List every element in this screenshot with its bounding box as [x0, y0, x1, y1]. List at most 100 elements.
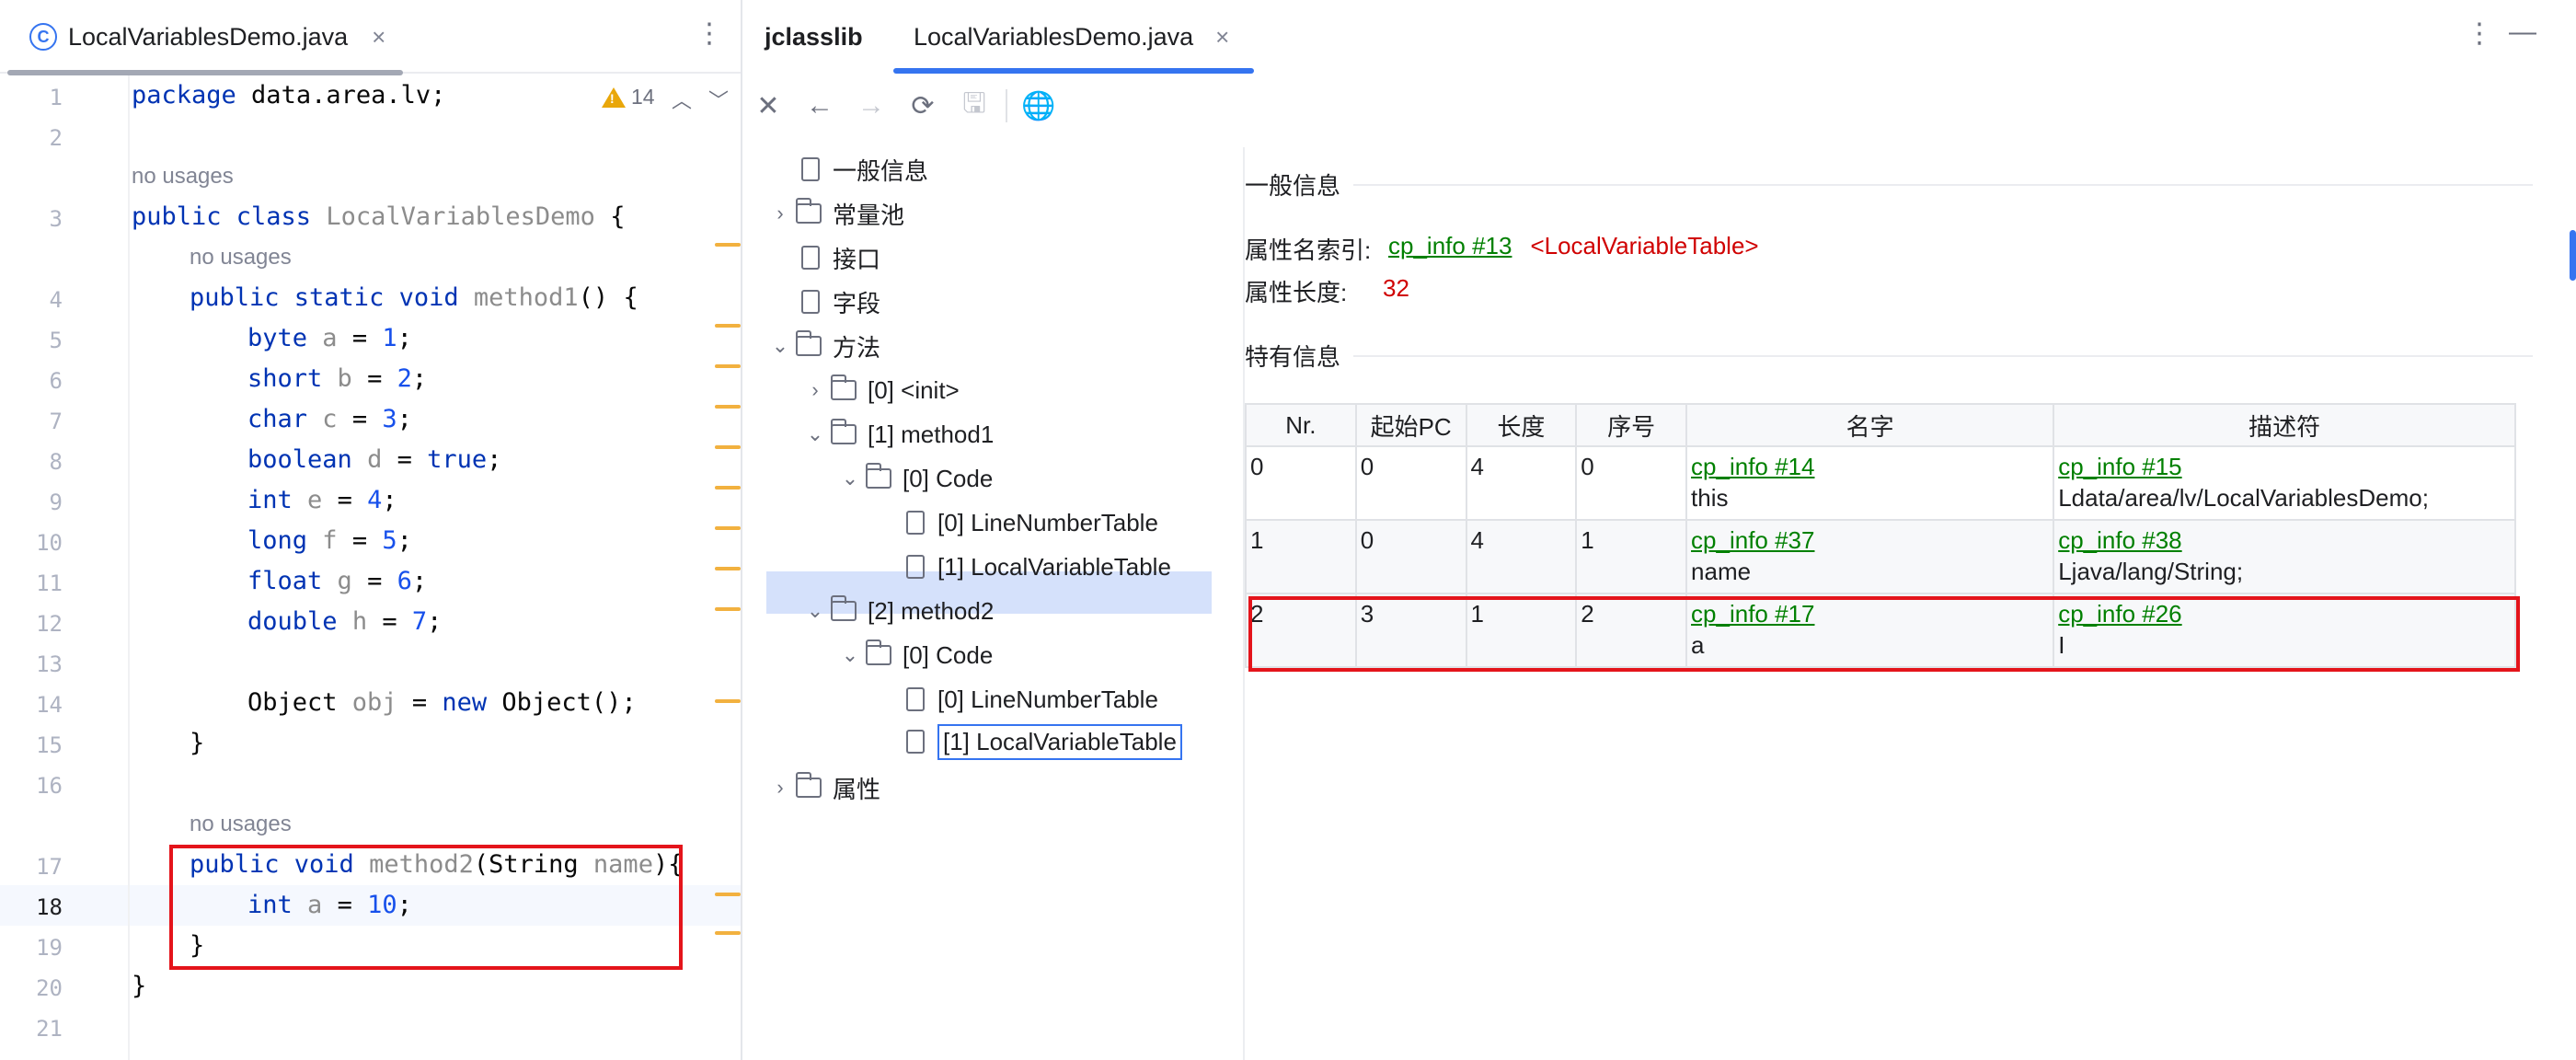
save-icon[interactable]: 🖫: [949, 83, 1000, 129]
column-header[interactable]: 长度: [1465, 403, 1578, 447]
section-rule: [1353, 354, 2533, 357]
column-header[interactable]: 名字: [1685, 403, 2055, 447]
highlight-box-this-row: [1248, 596, 2520, 672]
tree-node-label: [0] <init>: [868, 375, 960, 404]
descriptor-value: Ljava/lang/String;: [2058, 558, 2244, 585]
tree-node-init[interactable]: › [0] <init>: [799, 370, 960, 410]
attr-length-value: 32: [1383, 274, 1409, 302]
warning-marker[interactable]: [715, 893, 741, 896]
name-cp-link[interactable]: cp_info #37: [1691, 524, 2049, 556]
folder-icon: [795, 772, 822, 798]
tree-node-general-info[interactable]: 一般信息: [765, 149, 928, 190]
warning-marker[interactable]: [715, 699, 741, 703]
usage-hint[interactable]: no usages: [132, 164, 234, 190]
table-header: Nr. 起始PC 长度 序号 名字 描述符: [1245, 403, 2516, 447]
tree-node-fields[interactable]: 字段: [765, 282, 880, 322]
tree-node-label: 方法: [833, 333, 881, 362]
column-header[interactable]: Nr.: [1245, 403, 1357, 447]
warning-marker[interactable]: [715, 364, 741, 368]
table-row[interactable]: 0 0 4 0 cp_info #14 this cp_info #15 Ldata…: [1245, 445, 2516, 521]
chevron-down-icon[interactable]: ⌄: [799, 599, 831, 623]
tree-node-label: [0] Code: [903, 640, 994, 669]
jclasslib-panel: jclasslib LocalVariablesDemo.java × ⋮ — …: [742, 0, 2576, 1060]
web-globe-icon[interactable]: 🌐: [1013, 83, 1064, 129]
warning-marker[interactable]: [715, 607, 741, 611]
attr-name-index-row: 属性名索引: cp_info #13 <LocalVariableTable>: [1245, 232, 1759, 266]
tree-node-interfaces[interactable]: 接口: [765, 237, 880, 278]
code-line: long f = 5;: [247, 526, 412, 555]
back-arrow-icon[interactable]: ←: [794, 83, 845, 129]
forward-arrow-icon[interactable]: →: [845, 83, 897, 129]
warning-marker[interactable]: [715, 526, 741, 530]
table-row[interactable]: 1 0 4 1 cp_info #37 name cp_info #38 Ljava…: [1245, 519, 2516, 594]
chevron-right-icon[interactable]: ›: [799, 378, 831, 402]
warning-marker[interactable]: [715, 324, 741, 328]
attr-name-index-value: <LocalVariableTable>: [1530, 232, 1759, 259]
class-structure-tree[interactable]: 一般信息 › 常量池 接口 字段 ⌄ 方法 › [0] <init> ⌄ [1]…: [742, 147, 1221, 1060]
warning-marker[interactable]: [715, 931, 741, 935]
chevron-down-icon[interactable]: ⌄: [799, 422, 831, 446]
warning-marker[interactable]: [715, 445, 741, 449]
section-title: 特有信息: [1245, 343, 1341, 371]
column-header[interactable]: 起始PC: [1354, 403, 1467, 447]
warning-marker[interactable]: [715, 567, 741, 570]
usage-hint[interactable]: no usages: [190, 245, 292, 271]
tab-class-file[interactable]: LocalVariablesDemo.java ×: [893, 0, 1254, 74]
close-icon[interactable]: ×: [1215, 23, 1229, 52]
tree-node-method2-linenumbertable[interactable]: [0] LineNumberTable: [869, 679, 1158, 720]
code-line: }: [190, 729, 205, 757]
column-header[interactable]: 描述符: [2053, 403, 2516, 447]
tree-node-method1-localvariabletable[interactable]: [1] LocalVariableTable: [869, 547, 1171, 587]
tree-node-label: [1] method1: [868, 420, 995, 448]
chevron-right-icon[interactable]: ›: [765, 202, 796, 225]
file-icon: [801, 157, 820, 181]
attr-name-index-link[interactable]: cp_info #13: [1388, 232, 1512, 266]
chevron-down-icon[interactable]: ⌄: [834, 467, 866, 490]
tree-node-constant-pool[interactable]: › 常量池: [765, 193, 904, 234]
jclasslib-toolbar: ✕ ← → ⟳ 🖫 🌐: [742, 83, 1386, 129]
cell-start-pc: 0: [1354, 445, 1467, 521]
tab-jclasslib[interactable]: jclasslib: [765, 0, 863, 74]
chevron-down-icon[interactable]: ⌄: [834, 643, 866, 667]
tree-node-label: [0] LineNumberTable: [937, 685, 1158, 713]
warning-marker[interactable]: [715, 486, 741, 490]
tree-node-method2-code[interactable]: ⌄ [0] Code: [834, 635, 993, 675]
tree-node-method1-code[interactable]: ⌄ [0] Code: [834, 458, 993, 499]
chevron-down-icon[interactable]: ﹀: [708, 85, 729, 114]
tree-node-label: [0] LineNumberTable: [937, 508, 1158, 536]
code-line: byte a = 1;: [247, 324, 412, 352]
code-line: package data.area.lv;: [132, 81, 446, 109]
highlight-box-method2: [169, 845, 683, 970]
name-cp-link[interactable]: cp_info #14: [1691, 451, 2049, 482]
scrollbar-thumb[interactable]: [2570, 230, 2576, 281]
close-file-icon[interactable]: ✕: [742, 83, 794, 129]
folder-icon: [865, 639, 891, 665]
tree-node-label: [2] method2: [868, 596, 995, 625]
tree-node-method2-localvariabletable[interactable]: [1] LocalVariableTable: [869, 721, 1182, 762]
cell-nr: 1: [1245, 519, 1357, 594]
folder-icon: [830, 374, 857, 400]
code-line: short b = 2;: [247, 364, 428, 393]
chevron-right-icon[interactable]: ›: [765, 776, 796, 800]
chevron-down-icon[interactable]: ⌄: [765, 334, 796, 358]
section-rule: [1353, 183, 2533, 186]
descriptor-cp-link[interactable]: cp_info #38: [2058, 524, 2511, 556]
tree-node-method1-linenumbertable[interactable]: [0] LineNumberTable: [869, 502, 1158, 543]
column-header[interactable]: 序号: [1575, 403, 1688, 447]
usage-hint[interactable]: no usages: [190, 812, 292, 837]
tree-node-method2[interactable]: ⌄ [2] method2: [799, 591, 994, 631]
chevron-up-icon[interactable]: ︿: [672, 85, 692, 114]
warning-marker[interactable]: [715, 243, 741, 247]
code-line: }: [132, 972, 147, 1000]
more-options-icon[interactable]: ⋮: [2466, 20, 2493, 48]
descriptor-cp-link[interactable]: cp_info #15: [2058, 451, 2511, 482]
minimize-icon[interactable]: —: [2509, 17, 2536, 48]
tree-node-methods[interactable]: ⌄ 方法: [765, 326, 880, 366]
code-editor[interactable]: C LocalVariablesDemo.java × ⋮ 1 2 3 4 5 …: [0, 0, 742, 1060]
tree-node-method1[interactable]: ⌄ [1] method1: [799, 414, 994, 455]
inspection-widget[interactable]: ! 14: [602, 85, 655, 109]
warning-marker[interactable]: [715, 405, 741, 409]
tree-node-attributes[interactable]: › 属性: [765, 767, 880, 808]
reload-icon[interactable]: ⟳: [897, 83, 949, 129]
file-icon: [906, 730, 925, 754]
